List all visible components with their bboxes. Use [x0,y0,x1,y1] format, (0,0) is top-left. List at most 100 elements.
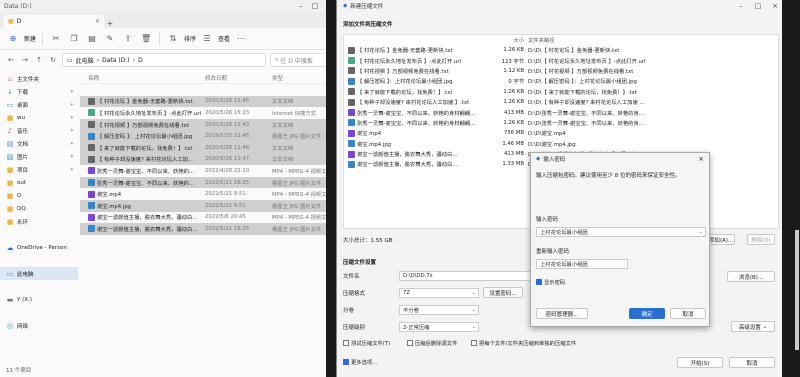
new-icon[interactable]: ⊕ [6,34,20,43]
close-icon[interactable]: × [768,2,782,10]
password-input[interactable]: 上村花论坛最小组团 ⌄ [536,227,706,237]
file-row[interactable]: 【 村花视频 】万部视频免费在线看.txt 2020/5/26 11:43 文本文档 [80,118,336,131]
copy-icon[interactable]: ❐ [67,34,81,43]
search-input[interactable]: ⌕ 在 D 中搜索 [270,53,330,67]
advanced-settings-button[interactable]: 高级设置 ⌄ [731,321,775,332]
minimize-icon[interactable]: – [294,2,308,10]
file-row[interactable]: 【 来了就能下载的论坛，找免费！】.txt 2020/5/26 11:46 文本文档 [80,141,336,154]
view-button[interactable]: 查看 [218,34,230,43]
archive-file-row[interactable]: 【 村花论坛永久地址发布页 】-点此打开.url 123 字节 D:\D\【 村花论… [344,55,778,65]
filename-field[interactable]: D:\D\DD.7z [399,271,531,281]
share-icon[interactable]: ⇪ [121,34,135,43]
minimize-icon[interactable]: – [734,2,748,10]
format-select[interactable]: 7Z ⌄ [399,288,479,298]
maximize-icon[interactable]: □ [308,2,322,10]
archive-file-row[interactable]: 谢宝.mp4.jpg 1.46 MB D:\D\谢宝.mp4.jpg [344,139,778,149]
password-manager-button[interactable]: 密码管理器... [536,308,588,319]
file-row[interactable]: 【 有种子却没速度? 来村花论坛人工加... 2020/5/26 11:47 文本文… [80,153,336,166]
delete-button[interactable]: 删除(D) [747,234,775,245]
delete-source-checkbox[interactable]: 压缩后删除源文件 [407,339,457,347]
column-path[interactable]: 文件夹路径 [528,36,648,44]
cancel-button[interactable]: 取消 [729,357,775,368]
archive-file-row[interactable]: 【 村花论坛 】金免器-无套路-更新快.txt 1.26 KB D:\D\【 村花论… [344,45,778,55]
level-select[interactable]: 2-正常压缩 ⌄ [399,322,479,332]
cancel-button[interactable]: 取消 [670,308,706,319]
nav-item[interactable]: ▨ 图片 ✦ [0,150,78,163]
file-row[interactable]: 【 解压密码 】：上村花论坛最小组团.jpg 2019/5/15 22:46 看图王… [80,130,336,142]
nav-item[interactable]: ■ D [0,189,78,202]
nav-item[interactable]: ■ 永环 [0,215,78,228]
file-row[interactable]: 谢宝.mp4.jpg 2022/5/21 8:51 看图王 JPG 图片文件 [80,199,336,212]
column-name[interactable]: 名称 [80,74,205,82]
more-icon[interactable]: ⋯ [234,34,248,43]
refresh-icon[interactable]: ↻ [48,56,58,64]
scrollbar[interactable] [795,230,799,350]
breadcrumb-pc[interactable]: 此电脑 [76,56,94,65]
breadcrumb-drive[interactable]: Data (D:) [102,57,130,64]
file-name-cell: 谢宝.mp4.jpg [80,202,205,210]
tab-d[interactable]: ■ D × [4,15,104,28]
file-row[interactable] [80,84,336,96]
archive-file-row[interactable]: 张秀一灵舞-谢宝宝、不同以来、妖艳的身材翩翩... 413 MB D:\D\张秀一灵… [344,107,778,117]
file-row[interactable]: 【 村花论坛永久地址发布页 】-点此打开.url 2020/5/26 15:23 I… [80,107,336,119]
up-icon[interactable]: ↑ [34,56,44,64]
checkbox-box [343,359,349,365]
new-tab-icon[interactable]: + [104,19,116,28]
sort-icon[interactable]: ⇅ [166,34,180,43]
file-row[interactable]: 张秀一灵舞-谢宝宝、不同以来、妖艳的... 2022/5/21 16:25 看图王 … [80,176,336,189]
address-bar[interactable]: ▭ 此电脑 › Data (D:) › D [62,53,266,67]
nav-item[interactable]: ▭ 桌面 ✦ [0,98,78,111]
nav-item[interactable]: ■ 项目 ✦ [0,163,78,176]
archive-file-row[interactable]: 张秀一灵舞-谢宝宝、不同以来、妖艳的身材翩翩... 1.26 KB D:\D\张秀一… [344,118,778,128]
archive-file-row[interactable]: 【 村花视频 】万部视频免费在线看.txt 1.12 KB D:\D\【 村花视频 … [344,66,778,76]
breadcrumb-folder[interactable]: D [138,57,143,64]
ok-button[interactable]: 确定 [629,308,665,319]
nav-item[interactable]: ▤ 文档 ✦ [0,137,78,150]
chevron-down-icon[interactable]: ⌄ [699,229,703,235]
file-row[interactable]: 【 村花论坛 】金免器-无套路-更新快.txt 2020/5/26 11:45 文本… [80,95,336,108]
forward-icon[interactable]: → [20,56,30,64]
file-row[interactable]: 谢宝.mp4 2022/5/21 8:51 MP4 - MPEG-4 视频文件 [80,188,336,200]
browse-button[interactable]: 浏览(B)... [727,271,775,282]
maximize-icon[interactable]: □ [751,2,765,10]
archive-file-row[interactable]: 【 有种子却没速度? 来村花论坛人工加速 】.txt 1.26 KB D:\D\【 … [344,97,778,107]
nav-item[interactable]: ↓ 下载 ✦ [0,85,78,98]
close-icon[interactable]: × [698,155,704,163]
add-button[interactable]: 添加(A)... [707,234,735,245]
view-icon[interactable]: ☰ [200,34,214,43]
back-icon[interactable]: ← [6,56,16,64]
show-password-checkbox[interactable]: 显示密码 [536,278,565,286]
sort-button[interactable]: 排序 [184,34,196,43]
nav-item[interactable]: ◎ 网络 [0,319,78,332]
password-description: 输入压缩包密码。建议使用至少 8 位的密码来保证安全性。 [536,173,681,179]
nav-item[interactable]: ■ QQ [0,202,78,215]
rename-icon[interactable]: ✎ [103,34,117,43]
column-date[interactable]: 修改日期 [205,74,272,82]
nav-item[interactable]: ⌂ 主文件夹 [0,72,78,85]
file-row[interactable]: 谢宝一滤颜值主播，脱衣舞大秀，骚动白... 2022/5/8 20:45 MP4 -… [80,212,336,224]
nav-item[interactable]: ▭ 此电脑 [0,267,78,280]
archive-file-row[interactable]: 【 解压密码 】：上村花论坛最小组团.jpg 0 字节 D:\D\【 解压密码 】：… [344,76,778,86]
nav-item[interactable]: ■ wu ✦ [0,111,78,124]
file-row[interactable]: 谢宝一滤颜值主播，脱衣舞大秀，骚动白... 2022/5/21 16:25 看图王 … [80,223,336,235]
start-button[interactable]: 开始(S) [677,357,723,368]
nav-item[interactable]: ▬ Y (X:) [0,293,78,306]
separate-archives-checkbox[interactable]: 把每个文件/文件夹压缩到单独的压缩文件 [471,339,576,347]
cut-icon[interactable]: ✂ [49,34,63,43]
archive-file-row[interactable]: 谢宝.mp4 736 MB D:\D\谢宝.mp4 [344,128,778,138]
new-button[interactable]: 新建 [24,34,36,43]
paste-icon[interactable]: ▤ [85,34,99,43]
close-tab-icon[interactable]: × [95,18,100,25]
delete-icon[interactable]: 🗑 [139,34,153,43]
file-row[interactable]: 张秀一灵舞-谢宝宝、不同以来、妖艳的... 2022/4/28 22:10 MP4 … [80,165,336,177]
reenter-password-input[interactable]: 上村花论坛最小组团 [536,259,628,269]
archive-file-row[interactable]: 【 来了就能下载的论坛，找免费！】.txt 1.26 KB D:\D\【 来了就能下… [344,87,778,97]
split-select[interactable]: 不分卷 ⌄ [399,305,479,315]
nav-item[interactable]: ☁ OneDrive - Person [0,241,78,254]
column-size[interactable]: 大小 [484,36,528,44]
nav-item[interactable]: ■ out [0,176,78,189]
set-password-button[interactable]: 设置密码... [483,287,523,298]
more-options-toggle[interactable]: 更多选项... [343,358,377,366]
nav-item[interactable]: ♪ 音乐 ✦ [0,124,78,137]
test-archive-checkbox[interactable]: 测试压缩文件(T) [343,339,390,347]
